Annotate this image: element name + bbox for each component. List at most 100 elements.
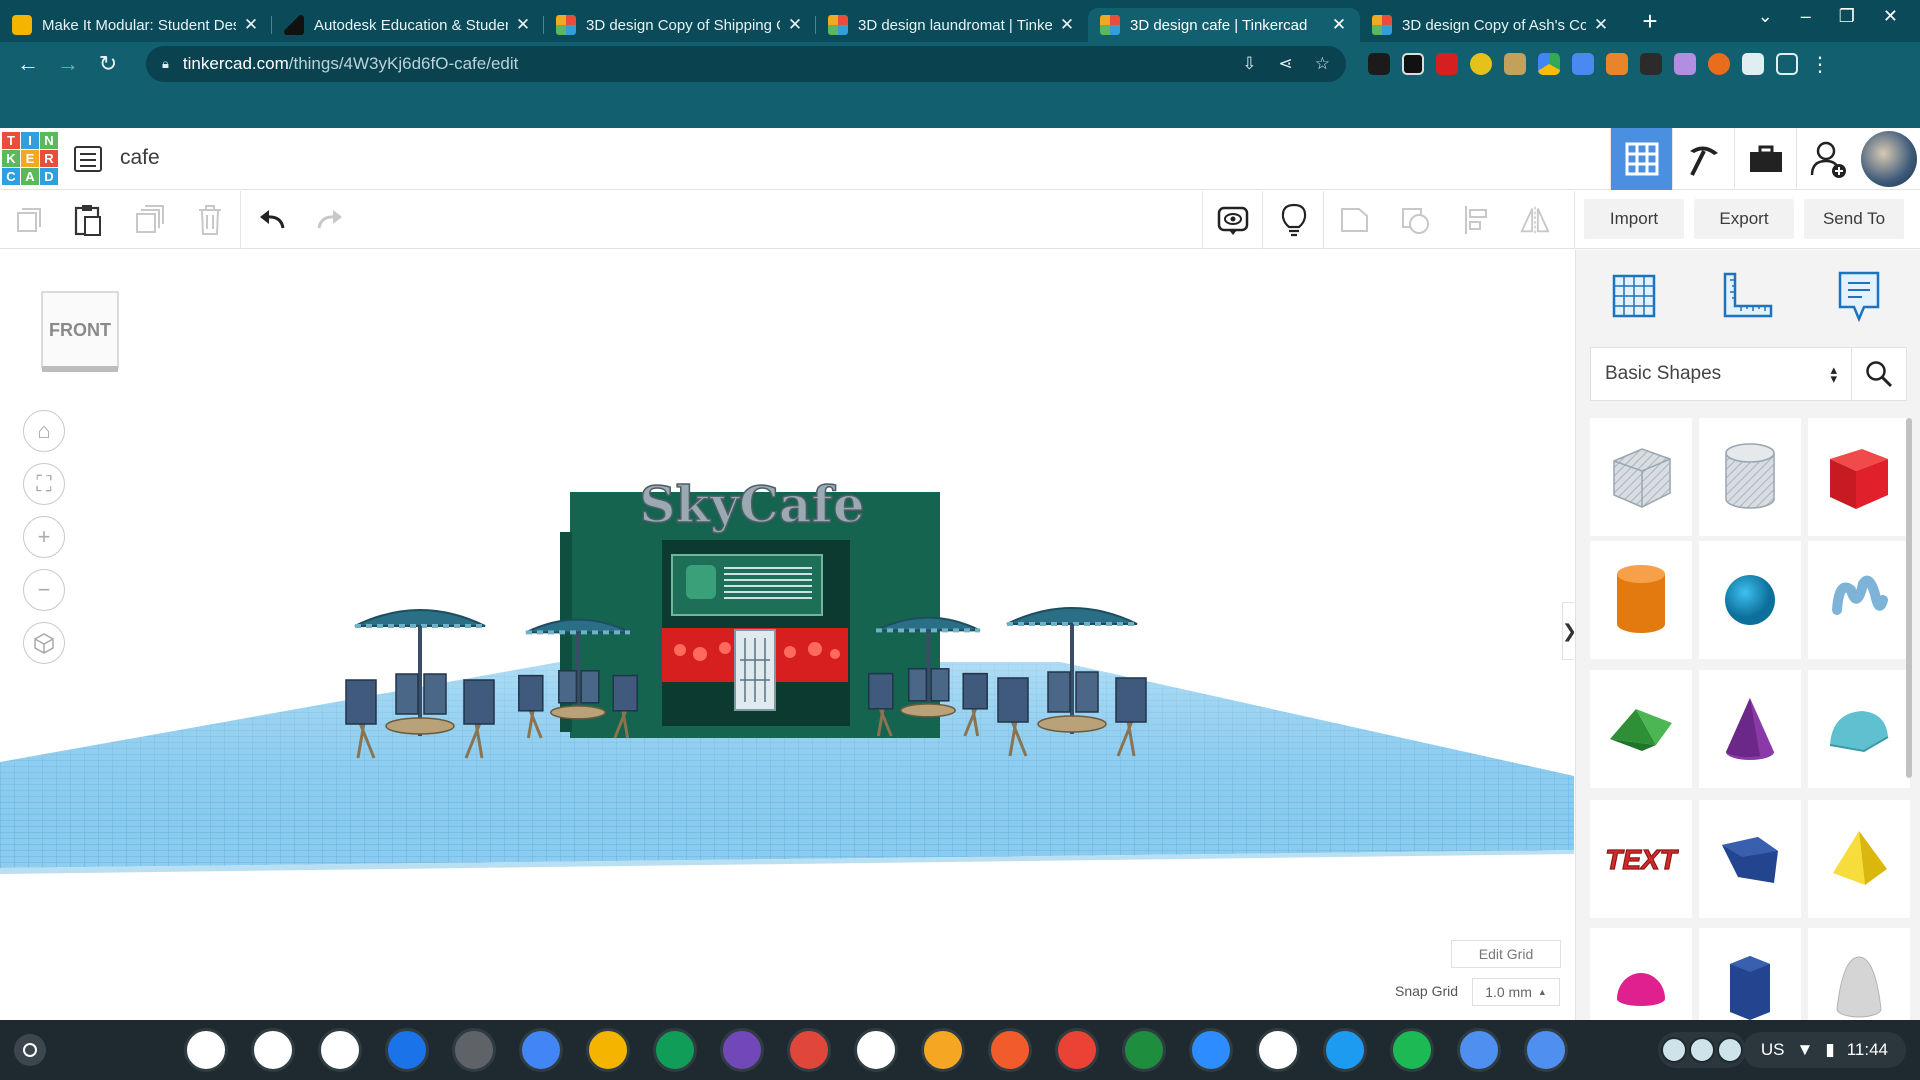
install-icon[interactable]: ⇩	[1242, 54, 1256, 74]
shape-scribble[interactable]	[1808, 541, 1910, 659]
copy-button[interactable]	[12, 203, 46, 237]
zoom-out-button[interactable]: −	[23, 569, 65, 611]
lessons-mode-button[interactable]	[1734, 128, 1796, 190]
extension-coin-icon[interactable]	[1470, 53, 1492, 75]
pen-app-app-icon[interactable]	[988, 1028, 1032, 1072]
3d-design-mode-button[interactable]	[1610, 128, 1672, 190]
sheets-app-icon[interactable]	[653, 1028, 697, 1072]
browser-tab[interactable]: 3D design Copy of Ash's Cof ✕	[1360, 8, 1622, 42]
zoom-in-button[interactable]: +	[23, 516, 65, 558]
classroom-app-icon[interactable]	[1122, 1028, 1166, 1072]
ungroup-button[interactable]	[1399, 203, 1433, 237]
design-name[interactable]: cafe	[120, 146, 160, 170]
shape-cylinder[interactable]	[1590, 541, 1692, 659]
shapes-panel-scrollbar[interactable]	[1906, 418, 1912, 778]
canva-c-app-icon[interactable]	[921, 1028, 965, 1072]
shape-roof[interactable]	[1590, 670, 1692, 788]
minimize-icon[interactable]: –	[1801, 6, 1811, 27]
chrome-app-icon[interactable]	[184, 1028, 228, 1072]
align-button[interactable]	[1460, 203, 1494, 237]
import-button[interactable]: Import	[1584, 199, 1684, 239]
shape-box[interactable]	[1808, 418, 1910, 536]
address-bar[interactable]: 🔒︎ tinkercad.com/things/4W3yKj6d6fO-cafe…	[146, 46, 1346, 82]
tinkercad-logo[interactable]: T I N K E R C A D	[2, 132, 58, 186]
close-tab-icon[interactable]: ✕	[514, 15, 532, 35]
tasks-app-icon[interactable]	[1524, 1028, 1568, 1072]
close-tab-icon[interactable]: ✕	[786, 15, 804, 35]
reload-icon[interactable]: ↻	[88, 51, 128, 77]
holding-space[interactable]	[1658, 1032, 1746, 1068]
slides-app-icon[interactable]	[586, 1028, 630, 1072]
paint-app-app-icon[interactable]	[1055, 1028, 1099, 1072]
workplane-scene[interactable]: SkyCafe	[0, 250, 1574, 1020]
bookmark-star-icon[interactable]: ☆	[1315, 54, 1330, 74]
notes-tool-button[interactable]	[1831, 268, 1887, 324]
extension-drive-icon[interactable]	[1538, 53, 1560, 75]
docs-app-icon[interactable]	[519, 1028, 563, 1072]
side-panel-icon[interactable]	[1776, 53, 1798, 75]
browser-tab-active[interactable]: 3D design cafe | Tinkercad ✕	[1088, 8, 1360, 42]
extension-paw-icon[interactable]	[1640, 53, 1662, 75]
extensions-puzzle-icon[interactable]	[1742, 53, 1764, 75]
status-tray[interactable]: US ▼ ▮ 11:44	[1742, 1032, 1906, 1068]
undo-button[interactable]	[255, 203, 289, 237]
pdf-app-icon[interactable]	[787, 1028, 831, 1072]
settings-app-icon[interactable]	[452, 1028, 496, 1072]
duplicate-button[interactable]	[133, 203, 167, 237]
redo-button[interactable]	[313, 203, 347, 237]
gmail-app-icon[interactable]	[251, 1028, 295, 1072]
shape-hexagonal-prism[interactable]	[1699, 928, 1801, 1020]
fit-all-button[interactable]: ⛶	[23, 463, 65, 505]
extension-character-icon[interactable]	[1674, 53, 1696, 75]
files-app-icon[interactable]	[385, 1028, 429, 1072]
perspective-toggle-button[interactable]	[23, 622, 65, 664]
photos-arc-app-icon[interactable]	[1256, 1028, 1300, 1072]
view-cube[interactable]: FRONT	[40, 290, 120, 374]
lock-icon[interactable]: 🔒︎	[162, 56, 169, 72]
export-button[interactable]: Export	[1694, 199, 1794, 239]
user-avatar[interactable]	[1861, 131, 1917, 187]
launcher-button[interactable]	[14, 1034, 46, 1066]
shape-pyramid[interactable]	[1808, 800, 1910, 918]
home-view-button[interactable]: ⌂	[23, 410, 65, 452]
snap-grid-select[interactable]: 1.0 mm ▲	[1472, 978, 1560, 1006]
browser-tab[interactable]: Make It Modular: Student Des ✕	[0, 8, 272, 42]
collapse-panel-button[interactable]: ❯	[1562, 602, 1574, 660]
extension-cup-icon[interactable]	[1606, 53, 1628, 75]
hint-button[interactable]	[1277, 203, 1311, 237]
blocks-mode-button[interactable]	[1672, 128, 1734, 190]
shape-sphere[interactable]	[1699, 541, 1801, 659]
edit-grid-button[interactable]: Edit Grid	[1451, 940, 1561, 968]
shape-cylinder-hole[interactable]	[1699, 418, 1801, 536]
restore-icon[interactable]: ❐	[1839, 6, 1855, 27]
shape-half-sphere[interactable]	[1590, 928, 1692, 1020]
extension-video-icon[interactable]	[1436, 53, 1458, 75]
extension-screen-icon[interactable]	[1572, 53, 1594, 75]
clock-app-icon[interactable]	[1457, 1028, 1501, 1072]
shape-paraboloid[interactable]	[1808, 928, 1910, 1020]
new-tab-icon[interactable]: +	[1632, 6, 1668, 37]
shape-round-roof[interactable]	[1808, 670, 1910, 788]
share-icon[interactable]: ⋖	[1279, 54, 1293, 74]
zoom-app-icon[interactable]	[1189, 1028, 1233, 1072]
mirror-button[interactable]	[1518, 203, 1552, 237]
shape-search-button[interactable]	[1851, 347, 1907, 401]
paste-button[interactable]	[71, 203, 105, 237]
shape-text[interactable]: TEXT	[1590, 800, 1692, 918]
workplane-tool-button[interactable]	[1606, 268, 1662, 324]
shape-box-hole[interactable]	[1590, 418, 1692, 536]
close-tab-icon[interactable]: ✕	[1330, 15, 1348, 35]
forms-app-icon[interactable]	[720, 1028, 764, 1072]
shape-category-select[interactable]: Basic Shapes ▴ ▾	[1590, 347, 1852, 401]
extension-reader-icon[interactable]	[1402, 53, 1424, 75]
ruler-tool-button[interactable]	[1719, 268, 1775, 324]
forward-icon[interactable]: →	[48, 51, 88, 77]
close-tab-icon[interactable]: ✕	[1058, 15, 1076, 35]
bluebird-app-icon[interactable]	[1323, 1028, 1367, 1072]
design-list-icon[interactable]	[74, 146, 102, 172]
extension-cursor-icon[interactable]	[1368, 53, 1390, 75]
tab-search-icon[interactable]: ⌄	[1758, 6, 1773, 27]
spotify-app-icon[interactable]	[1390, 1028, 1434, 1072]
group-button[interactable]	[1338, 203, 1372, 237]
browser-menu-icon[interactable]: ⋮	[1810, 52, 1830, 77]
